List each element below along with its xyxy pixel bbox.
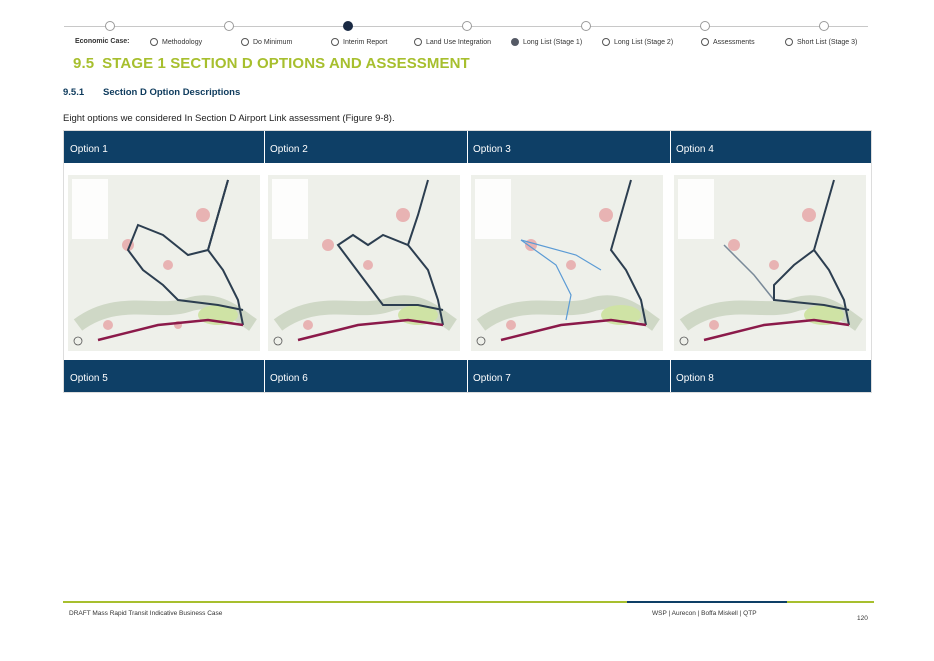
nav-item-land-use-integration[interactable]: Land Use Integration — [414, 38, 491, 46]
section-number: 9.5 — [73, 55, 95, 72]
footer-rule-accent — [627, 601, 787, 603]
nav-item-label: Long List (Stage 2) — [614, 38, 674, 46]
subsection-number: 9.5.1 — [63, 87, 85, 98]
nav-item-interim-report[interactable]: Interim Report — [331, 38, 387, 46]
column-divider — [467, 131, 468, 392]
nav-item-label: Do Minimum — [253, 38, 293, 46]
nav-item-do-minimum[interactable]: Do Minimum — [241, 38, 292, 46]
option-2-map — [264, 163, 467, 360]
step-dot-2[interactable] — [224, 21, 234, 31]
radio-icon — [150, 38, 158, 46]
radio-icon — [701, 38, 709, 46]
option-8-label: Option 8 — [676, 373, 714, 384]
radio-icon — [785, 38, 793, 46]
nav-item-long-list-stage-2[interactable]: Long List (Stage 2) — [602, 38, 673, 46]
option-3-map — [467, 163, 670, 360]
option-7-label: Option 7 — [473, 373, 511, 384]
step-dot-3[interactable] — [343, 21, 353, 31]
route-map-image — [68, 175, 260, 351]
footer-document-title: DRAFT Mass Rapid Transit Indicative Busi… — [69, 610, 223, 617]
radio-icon — [241, 38, 249, 46]
option-4-map — [670, 163, 871, 360]
column-divider — [264, 131, 265, 392]
option-1-label: Option 1 — [70, 144, 108, 155]
nav-item-short-list-stage-3[interactable]: Short List (Stage 3) — [785, 38, 857, 46]
options-table: Option 1 Option 2 Option 3 Option 4 Opti… — [63, 130, 872, 393]
route-map-image — [471, 175, 663, 351]
subsection-heading: 9.5.1 Section D Option Descriptions — [63, 87, 240, 98]
step-dot-5[interactable] — [581, 21, 591, 31]
option-5-label: Option 5 — [70, 373, 108, 384]
section-title: STAGE 1 SECTION D OPTIONS AND ASSESSMENT — [102, 55, 470, 72]
radio-icon — [414, 38, 422, 46]
route-map-image — [268, 175, 460, 351]
radio-icon — [511, 38, 519, 46]
option-4-label: Option 4 — [676, 144, 714, 155]
radio-icon — [331, 38, 339, 46]
nav-item-label: Assessments — [713, 38, 755, 46]
nav-item-assessments[interactable]: Assessments — [701, 38, 755, 46]
intro-paragraph: Eight options we considered In Section D… — [63, 113, 395, 124]
nav-item-label: Interim Report — [343, 38, 388, 46]
step-dot-4[interactable] — [462, 21, 472, 31]
nav-item-label: Long List (Stage 1) — [523, 38, 583, 46]
step-dot-6[interactable] — [700, 21, 710, 31]
section-heading: 9.5 STAGE 1 SECTION D OPTIONS AND ASSESSM… — [73, 55, 470, 72]
step-dot-1[interactable] — [105, 21, 115, 31]
route-map-image — [674, 175, 866, 351]
option-3-label: Option 3 — [473, 144, 511, 155]
page-number: 120 — [857, 615, 868, 622]
radio-icon — [602, 38, 610, 46]
nav-item-label: Land Use Integration — [426, 38, 491, 46]
option-2-label: Option 2 — [270, 144, 308, 155]
nav-item-long-list-stage-1[interactable]: Long List (Stage 1) — [511, 38, 582, 46]
column-divider — [670, 131, 671, 392]
option-1-map — [64, 163, 264, 360]
option-6-label: Option 6 — [270, 373, 308, 384]
nav-item-label: Methodology — [162, 38, 203, 46]
nav-item-label: Short List (Stage 3) — [797, 38, 858, 46]
stage-nav: Methodology Do Minimum Interim Report La… — [0, 38, 934, 50]
nav-item-methodology[interactable]: Methodology — [150, 38, 202, 46]
subsection-title: Section D Option Descriptions — [103, 87, 241, 98]
step-dot-7[interactable] — [819, 21, 829, 31]
footer-authors: WSP | Aurecon | Boffa Miskell | QTP — [652, 610, 757, 617]
